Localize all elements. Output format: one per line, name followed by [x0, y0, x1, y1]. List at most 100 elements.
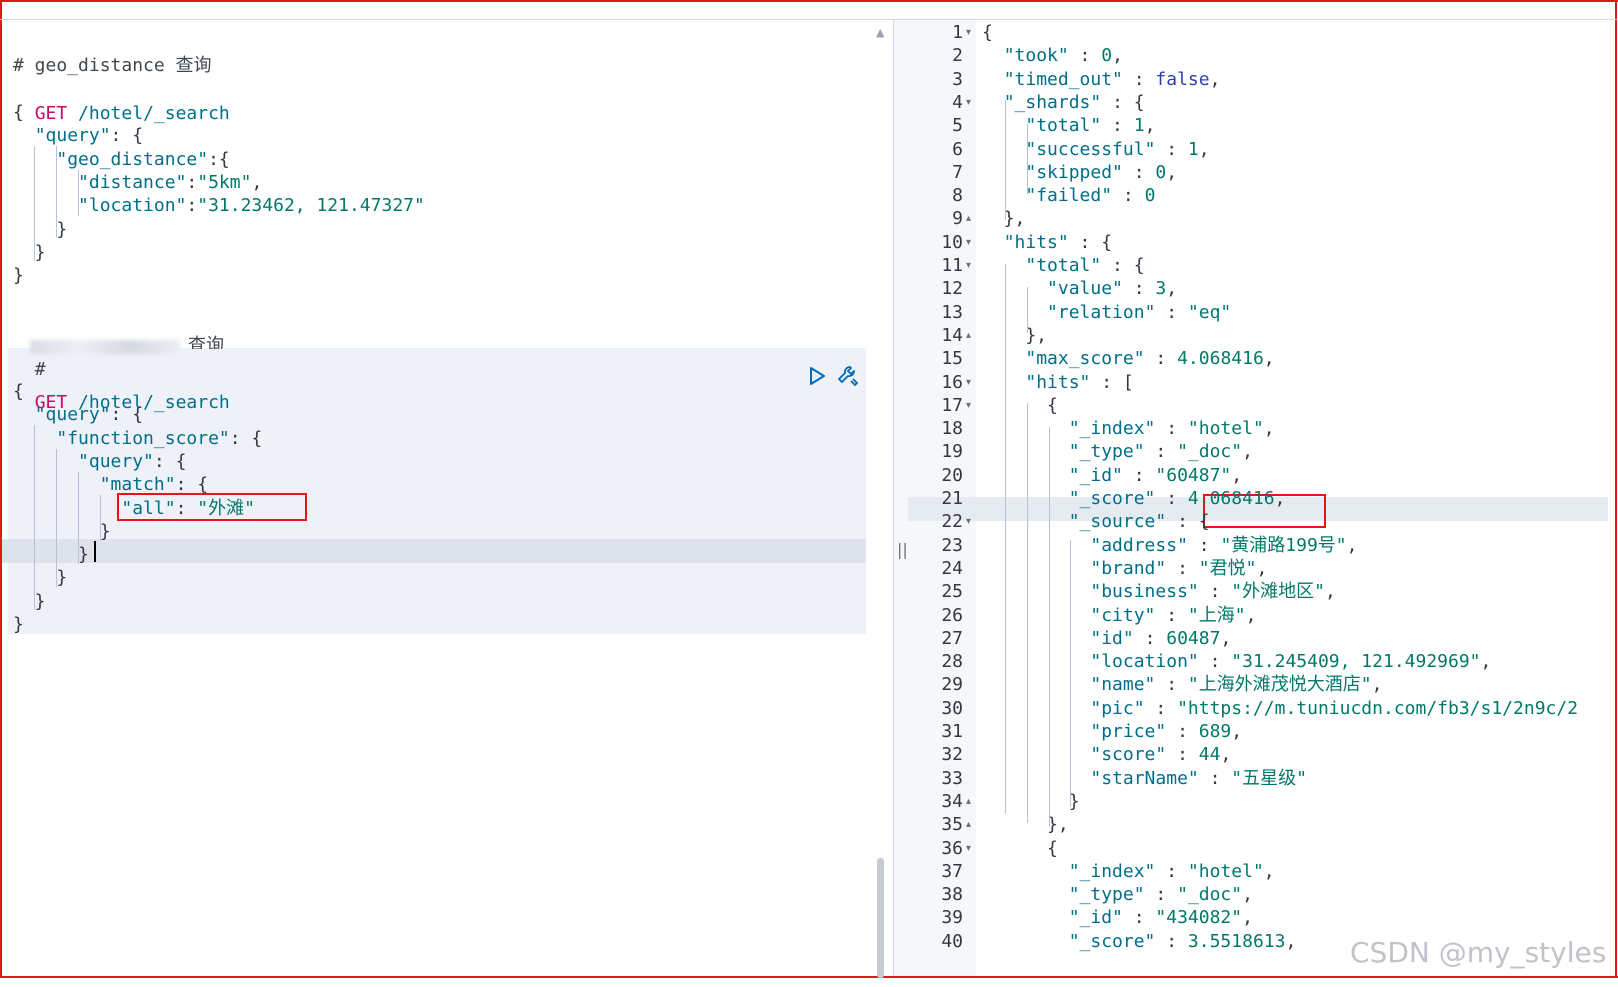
response-line: "address" : "黄浦路199号", [1090, 534, 1358, 556]
line-number: 17 [941, 394, 963, 416]
fold-collapse-icon[interactable]: ▾ [966, 371, 971, 395]
line-number: 22 [941, 511, 963, 533]
indent-guide [1070, 540, 1071, 806]
play-icon[interactable] [807, 366, 827, 391]
code-line: "match": { [99, 474, 209, 496]
response-line: }, [982, 208, 1026, 230]
response-line: "successful" : 1, [1025, 138, 1210, 160]
indent-guide [1005, 264, 1006, 814]
line-number: 25 [941, 581, 963, 603]
response-line: "price" : 689, [1090, 721, 1243, 742]
fold-collapse-icon[interactable]: ▾ [966, 254, 971, 278]
resize-handle-icon[interactable]: || [897, 540, 908, 559]
line-number: 7 [952, 161, 963, 183]
line-number: 3 [952, 68, 963, 90]
indent-guide [1027, 287, 1028, 333]
line-number: 5 [952, 115, 963, 137]
code-line: "all": "外滩" [121, 497, 255, 519]
line-number: 31 [941, 721, 963, 742]
line-number: 38 [941, 884, 963, 906]
line-number: 8 [952, 185, 963, 207]
fold-expand-icon[interactable]: ▴ [966, 813, 971, 837]
code-line: { [13, 102, 24, 123]
comment-tail: 查询 [188, 335, 224, 349]
response-line: "location" : "31.245409, 121.492969", [1090, 651, 1492, 673]
response-line: { [982, 837, 1058, 859]
response-line: "business" : "外滩地区", [1090, 581, 1336, 603]
code-line: } [13, 241, 46, 263]
line-number: 2 [952, 45, 963, 67]
response-line: }, [982, 814, 1069, 836]
line-number: 32 [941, 744, 963, 766]
annotation-frame-top [0, 0, 1618, 2]
response-line: "failed" : 0 [1025, 185, 1156, 207]
code-line: } [13, 590, 46, 612]
fold-expand-icon[interactable]: ▴ [966, 790, 971, 814]
indent-guide [1027, 403, 1028, 823]
response-line: { [982, 394, 1058, 416]
request-line-2: GET /hotel/_search [13, 367, 230, 413]
line-number: 29 [941, 674, 963, 696]
line-number: 26 [941, 604, 963, 626]
line-number: 21 [941, 488, 963, 509]
code-line: "function_score": { [56, 427, 263, 449]
response-line: "score" : 44, [1090, 744, 1232, 766]
code-line: "query": { [78, 450, 187, 472]
fold-expand-icon[interactable]: ▴ [966, 324, 971, 348]
response-line: "_index" : "hotel", [1068, 860, 1275, 882]
watermark: CSDN @my_styles [1350, 936, 1607, 969]
response-line: "_id" : "60487", [1068, 464, 1243, 486]
fold-collapse-icon[interactable]: ▾ [966, 231, 971, 255]
response-line: "total" : { [1025, 255, 1145, 276]
line-number: 9 [952, 208, 963, 230]
response-line: "brand" : "君悦", [1090, 557, 1268, 579]
response-line: "relation" : "eq" [1047, 301, 1232, 323]
line-number: 1 [952, 22, 963, 43]
pane-divider[interactable] [893, 20, 909, 976]
left-scrollbar[interactable] [877, 858, 884, 978]
fold-collapse-icon[interactable]: ▾ [966, 394, 971, 418]
code-line: "geo_distance":{ [56, 148, 230, 170]
code-line: } [13, 614, 24, 635]
fold-collapse-icon[interactable]: ▾ [966, 21, 971, 45]
line-number: 27 [941, 627, 963, 649]
response-line: "starName" : "五星级" [1090, 767, 1307, 789]
http-method: GET [34, 103, 68, 124]
line-number: 40 [941, 930, 963, 952]
code-line: } [13, 520, 111, 542]
fold-collapse-icon[interactable]: ▾ [966, 837, 971, 861]
line-number: 23 [941, 534, 963, 556]
scroll-up-icon[interactable]: ▲ [876, 26, 884, 39]
line-number: 14 [941, 324, 963, 346]
indent-guide [1005, 100, 1006, 220]
response-line: "value" : 3, [1047, 278, 1178, 300]
response-line: "_type" : "_doc", [1068, 441, 1253, 463]
indent-guide [1049, 427, 1050, 827]
code-line: "query": { [34, 404, 144, 426]
annotation-frame-bottom [0, 976, 1618, 978]
line-number: 11 [941, 255, 963, 276]
line-number: 15 [941, 348, 963, 370]
code-line: { [13, 381, 24, 402]
response-line: "_source" : { [1068, 511, 1210, 533]
response-line: "total" : 1, [1025, 115, 1156, 137]
line-number: 10 [941, 231, 963, 253]
fold-collapse-icon[interactable]: ▾ [966, 510, 971, 534]
wrench-icon[interactable] [836, 364, 860, 393]
line-number: 16 [941, 371, 963, 393]
line-number: 34 [941, 790, 963, 812]
response-line: "pic" : "https://m.tuniucdn.com/fb3/s1/2… [1090, 697, 1579, 719]
response-line: "id" : 60487, [1090, 627, 1232, 649]
code-line: "query": { [34, 125, 144, 147]
response-line: } [982, 790, 1080, 812]
code-line: } [13, 265, 24, 287]
response-line: "max_score" : 4.068416, [1025, 348, 1275, 370]
response-line: "_shards" : { [1003, 91, 1145, 113]
fold-collapse-icon[interactable]: ▾ [966, 91, 971, 115]
response-line: "skipped" : 0, [1025, 161, 1178, 183]
fold-expand-icon[interactable]: ▴ [966, 207, 971, 231]
response-line: "timed_out" : false, [1003, 68, 1221, 90]
request-comment: # geo_distance 查询 [13, 55, 212, 76]
blurred-text [30, 340, 180, 354]
response-line: { [982, 22, 993, 43]
